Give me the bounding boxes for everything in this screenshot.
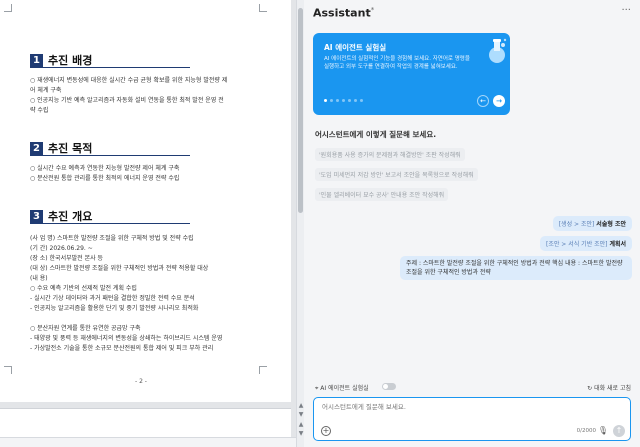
horizontal-scrollbar[interactable] (0, 437, 296, 447)
page-number: - 2 - (135, 378, 147, 385)
user-message: [생성 > 조안] 서술형 조안 (552, 216, 632, 231)
message-label: 계획서 (609, 241, 626, 248)
page-corner-mark (259, 4, 267, 12)
suggestion-chip[interactable]: '원회용품 사용 증가의 문제점과 해결방안' 조판 작성해줘 (315, 148, 465, 161)
section-line: ○ 재생에너지 변동성에 대응한 실시간 수급 균형 확보를 위한 지능형 발전… (30, 77, 228, 84)
carousel-dot[interactable] (342, 99, 345, 102)
section-title: 추진 개요 (48, 210, 93, 223)
carousel-dot[interactable] (360, 99, 363, 102)
chat-input[interactable] (322, 403, 612, 411)
section-line: ○ 실시간 수요 예측과 연동한 지능형 발전량 제어 체계 구축 (30, 165, 180, 172)
section-line: (내 용) (30, 275, 48, 282)
carousel-dot[interactable] (330, 99, 333, 102)
add-attachment-icon[interactable]: + (321, 426, 331, 436)
message-path: [조안 > 서식 기반 조안] (546, 241, 608, 248)
carousel-dot[interactable] (336, 99, 339, 102)
panel-title-text: Assistant (313, 6, 371, 20)
card-title: AI 에이전트 실험실 (324, 43, 387, 52)
section-number-badge: 1 (30, 53, 43, 67)
section-line: (사 업 명) 스마트한 발전량 조절을 위한 구체적 방법 및 전략 수립 (30, 235, 194, 242)
section-line: 략 수립 (30, 107, 49, 114)
assistant-toolbar: ⌖ AI 에이전트 실험실 ↻ 대화 새로 고침 (313, 381, 631, 393)
section-line: 어 체계 구축 (30, 87, 62, 94)
panel-title: Assistant* (313, 6, 374, 20)
refresh-chat-label: 대화 새로 고침 (594, 385, 631, 392)
panel-title-mark: * (370, 6, 375, 14)
section-underline (30, 155, 190, 156)
user-message: [조안 > 서식 기반 조안] 계획서 (540, 236, 632, 251)
section-underline (30, 67, 190, 68)
section-heading: 2 추진 목적 (30, 140, 92, 156)
section-heading: 1 추진 배경 (30, 52, 92, 68)
card-description: AI 에이전트의 실험적인 기능을 경험해 보세요. 자연어로 명령을 실행하고… (324, 56, 470, 70)
ai-lab-toggle-text: AI 에이전트 실험실 (320, 385, 369, 392)
carousel-dot[interactable] (354, 99, 357, 102)
section-line: ○ 인공지능 기반 예측 알고리즘과 자동화 설비 연동을 통한 최적 발전 운… (30, 97, 224, 104)
carousel-prev-icon[interactable]: ← (477, 95, 489, 107)
assistant-panel: Assistant* ··· AI 에이전트 실험실 AI 에이전트의 실험적인… (304, 0, 640, 447)
carousel-next-icon[interactable]: → (493, 95, 505, 107)
section-heading: 3 추진 개요 (30, 208, 92, 224)
page-corner-mark (4, 366, 12, 374)
scrollbar-thumb[interactable] (298, 8, 303, 213)
section-line: - 태양광 및 풍력 등 재생에너지의 변동성을 상쇄하는 하이브리드 시스템 … (30, 335, 223, 342)
send-icon[interactable]: ↑ (613, 425, 625, 437)
section-title: 추진 목적 (48, 142, 93, 155)
section-line: (장 소) 한국서부발전 본사 등 (30, 255, 104, 262)
suggestion-chip[interactable]: '인물 엘리베이터 묘수 공사' 안내용 조안 작성해줘 (315, 188, 449, 201)
section-line: (대 상) 스마트한 발전량 조절을 위한 구체적인 방법과 전략 적용할 대상 (30, 265, 209, 272)
section-line: ○ 수요 예측 기반의 선제적 발전 계획 수립 (30, 285, 137, 292)
section-underline (30, 223, 190, 224)
page-corner-mark (259, 366, 267, 374)
refresh-chat-button[interactable]: ↻ 대화 새로 고침 (587, 383, 631, 392)
section-line: - 가상발전소 기술을 통한 소규모 분산전원의 통합 제어 및 피크 부하 관… (30, 345, 214, 352)
section-number-badge: 2 (30, 141, 43, 155)
section-line: - 인공지능 알고리즘을 활용한 단기 및 중기 발전량 시나리오 최적화 (30, 305, 199, 312)
document-area: 1 추진 배경 ○ 재생에너지 변동성에 대응한 실시간 수급 균형 확보를 위… (0, 0, 296, 447)
ai-lab-toggle-label: ⌖ AI 에이전트 실험실 (315, 385, 369, 392)
carousel-dot[interactable] (348, 99, 351, 102)
section-line: ○ 분산전원 통합 관리를 통한 최적의 에너지 운영 전략 수립 (30, 175, 180, 182)
chat-input-box[interactable]: + 0/2000 🎙 ↑ (313, 397, 631, 441)
carousel-dots[interactable] (324, 99, 363, 102)
feature-card[interactable]: AI 에이전트 실험실 AI 에이전트의 실험적인 기능을 경험해 보세요. 자… (313, 33, 510, 115)
vertical-scrollbar[interactable]: ▲ ▼ ▲ ▼ (296, 0, 304, 447)
suggestion-chip[interactable]: '도입 미세먼지 저감 방안' 보고서 조안을 목록형으로 작성해줘 (315, 168, 478, 181)
page-corner-mark (4, 4, 12, 12)
flask-illustration-icon (489, 38, 507, 63)
section-line: ○ 분산자원 연계를 통한 유연한 공급망 구축 (30, 325, 141, 332)
section-title: 추진 배경 (48, 54, 93, 67)
more-options-icon[interactable]: ··· (621, 5, 631, 16)
section-line: (기 간) 2026.06.29. ~ (30, 245, 93, 252)
message-label: 서술형 조안 (596, 221, 626, 228)
message-path: [생성 > 조안] (558, 221, 595, 228)
section-number-badge: 3 (30, 209, 43, 223)
ai-lab-toggle[interactable] (382, 383, 396, 390)
carousel-dot[interactable] (324, 99, 327, 102)
char-count: 0/2000 (576, 428, 596, 434)
mic-icon[interactable]: 🎙 (598, 426, 608, 435)
user-message: 주제 : 스마트한 발전량 조절을 위한 구체적인 방법과 전략 핵심 내용 :… (400, 256, 632, 280)
suggestions-heading: 어시스턴트에게 이렇게 질문해 보세요. (315, 130, 437, 139)
section-line: - 실시간 기상 데이터와 과거 패턴을 결합한 정밀한 전력 수요 분석 (30, 295, 195, 302)
document-page[interactable]: 1 추진 배경 ○ 재생에너지 변동성에 대응한 실시간 수급 균형 확보를 위… (0, 0, 291, 402)
